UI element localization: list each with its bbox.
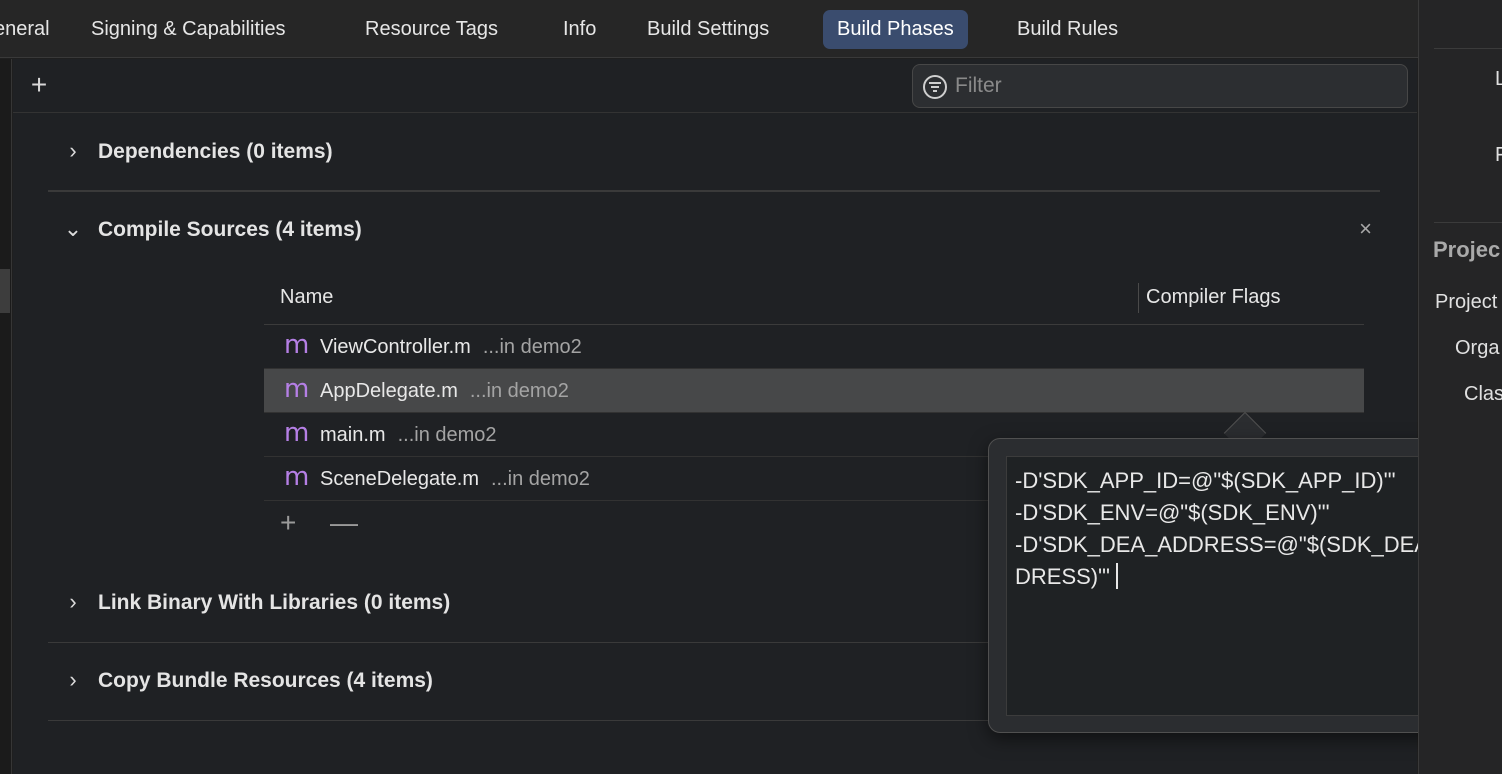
inspector-section-title: Projec: [1433, 237, 1501, 262]
file-name: SceneDelegate.m: [320, 468, 479, 490]
text-caret: [1116, 563, 1119, 589]
tab-resource-tags[interactable]: Resource Tags: [351, 10, 512, 49]
filter-input[interactable]: [955, 69, 1395, 103]
filter-icon: [923, 75, 947, 99]
file-location: ...in demo2: [482, 336, 582, 358]
xcode-window: eneral Signing & Capabilities Resource T…: [0, 0, 1502, 774]
file-location: ...in demo2: [397, 424, 497, 446]
compiler-flags-text: -D'SDK_APP_ID=@"$(SDK_APP_ID)"' -D'SDK_E…: [1015, 468, 1472, 589]
table-row[interactable]: m ViewController.m ...in demo2: [264, 325, 1364, 369]
phase-title: Copy Bundle Resources (4 items): [98, 669, 433, 692]
column-header-name[interactable]: Name: [280, 286, 333, 309]
add-file-button[interactable]: +: [280, 507, 296, 539]
file-name: AppDelegate.m: [320, 380, 458, 402]
tab-signing-capabilities[interactable]: Signing & Capabilities: [77, 10, 300, 49]
phase-compile-sources[interactable]: ⌄ Compile Sources (4 items) ×: [48, 192, 1380, 270]
file-name: main.m: [320, 424, 386, 446]
navigator-selection-marker: [0, 269, 10, 313]
chevron-right-icon[interactable]: ›: [62, 140, 84, 162]
objc-file-icon: m: [284, 330, 310, 360]
tab-info[interactable]: Info: [549, 10, 610, 49]
table-row[interactable]: m AppDelegate.m ...in demo2: [264, 369, 1364, 413]
file-location: ...in demo2: [469, 380, 569, 402]
filter-field[interactable]: [912, 64, 1408, 108]
tab-general[interactable]: eneral: [0, 10, 64, 49]
phase-title: Dependencies (0 items): [98, 140, 333, 163]
objc-file-icon: m: [284, 418, 310, 448]
remove-phase-button[interactable]: ×: [1359, 216, 1372, 242]
inspector-panel: L F Projec Project Orga Clas: [1418, 0, 1502, 774]
chevron-right-icon[interactable]: ›: [62, 669, 84, 691]
remove-file-button[interactable]: —: [330, 507, 358, 539]
compiler-flags-textarea[interactable]: -D'SDK_APP_ID=@"$(SDK_APP_ID)"' -D'SDK_E…: [1006, 456, 1486, 716]
objc-file-icon: m: [284, 462, 310, 492]
divider: [48, 190, 1380, 191]
tab-build-rules[interactable]: Build Rules: [1003, 10, 1132, 49]
chevron-down-icon[interactable]: ⌄: [62, 218, 84, 240]
column-divider[interactable]: [1138, 283, 1139, 313]
divider: [1434, 48, 1502, 49]
column-header-compiler-flags[interactable]: Compiler Flags: [1146, 286, 1280, 309]
inspector-label: Project: [1435, 291, 1498, 313]
navigator-edge: [0, 59, 12, 774]
add-build-phase-button[interactable]: +: [27, 71, 51, 101]
divider: [1434, 222, 1502, 223]
phase-title: Link Binary With Libraries (0 items): [98, 591, 451, 614]
inspector-label: L: [1495, 68, 1502, 90]
phases-toolbar: +: [13, 59, 1417, 113]
target-tab-bar: eneral Signing & Capabilities Resource T…: [0, 0, 1418, 58]
tab-build-settings[interactable]: Build Settings: [633, 10, 783, 49]
chevron-right-icon[interactable]: ›: [62, 591, 84, 613]
file-name: ViewController.m: [320, 336, 471, 358]
tab-build-phases[interactable]: Build Phases: [823, 10, 968, 49]
phase-title: Compile Sources (4 items): [98, 218, 362, 241]
inspector-label: Orga: [1455, 337, 1500, 359]
objc-file-icon: m: [284, 374, 310, 404]
file-location: ...in demo2: [490, 468, 590, 490]
phase-dependencies[interactable]: › Dependencies (0 items): [48, 114, 1380, 192]
inspector-label: Clas: [1464, 383, 1502, 405]
inspector-label: F: [1495, 144, 1502, 166]
table-header: Name Compiler Flags: [264, 273, 1364, 325]
